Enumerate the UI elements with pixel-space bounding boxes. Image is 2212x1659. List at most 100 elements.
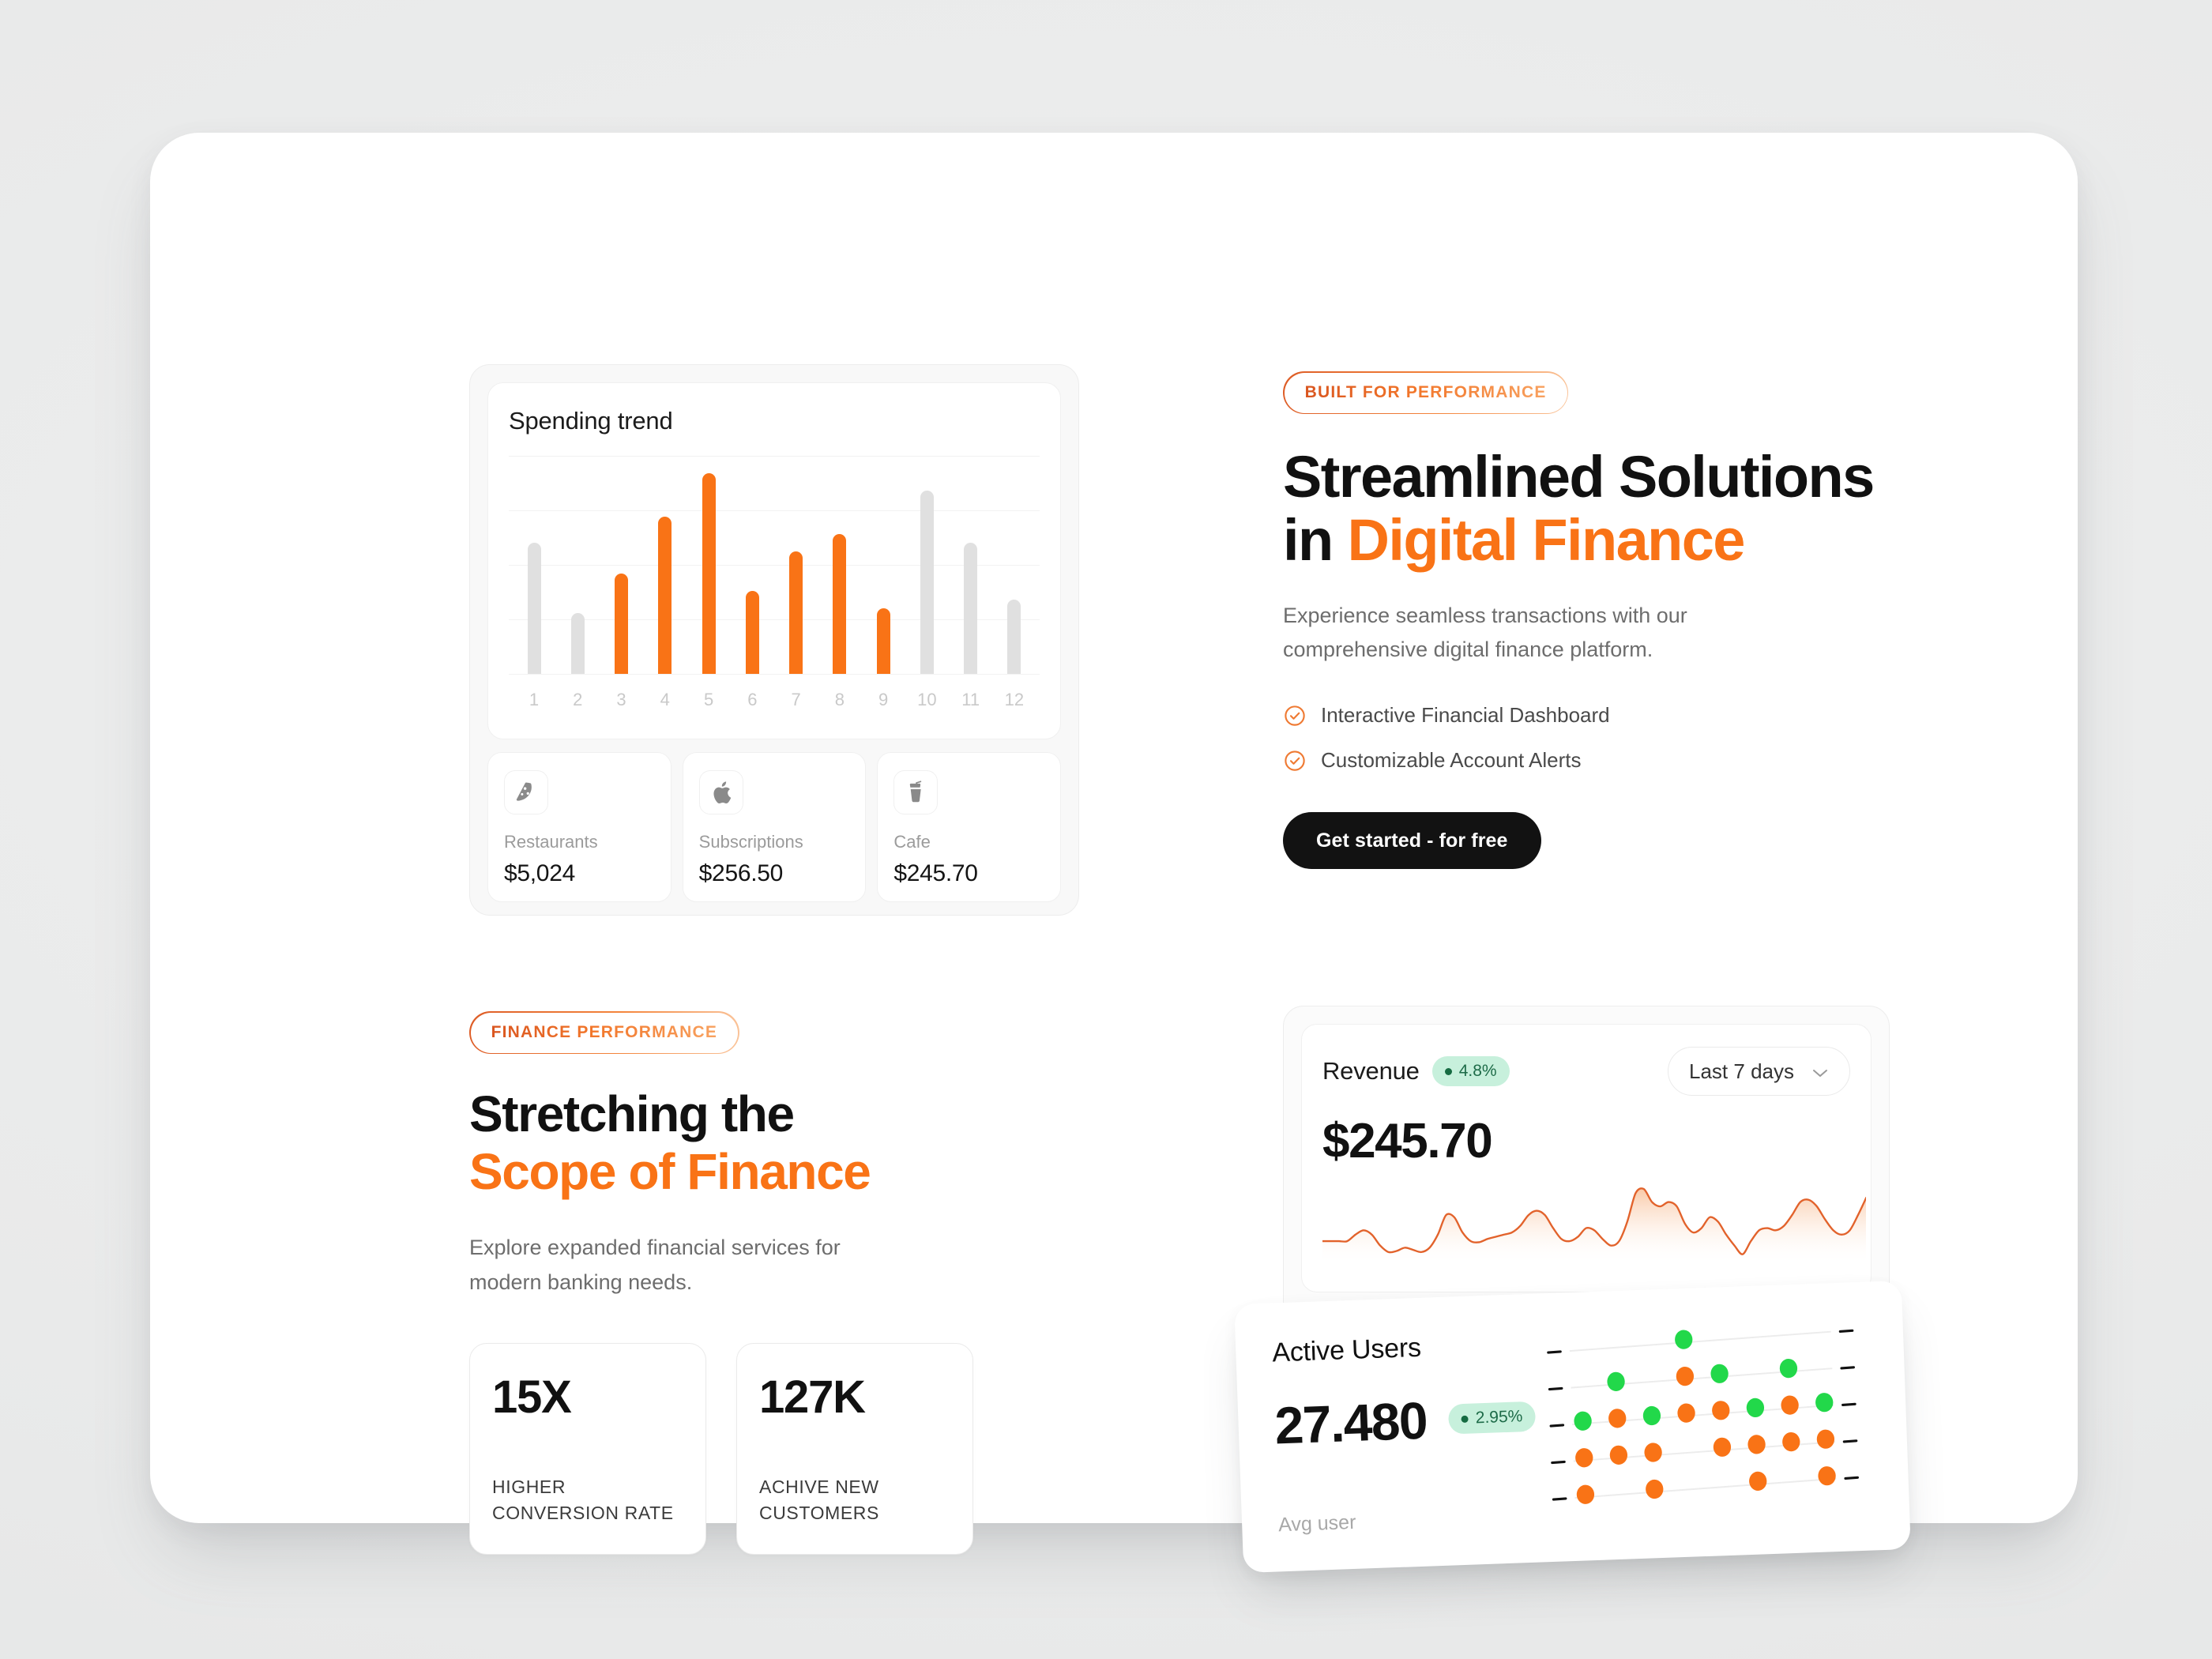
data-point-green xyxy=(1746,1398,1765,1418)
feature-label: Customizable Account Alerts xyxy=(1321,748,1582,773)
lower-title-line2-accent: Scope of Finance xyxy=(469,1143,871,1201)
active-users-value: 27.480 xyxy=(1273,1390,1428,1455)
bar-column xyxy=(994,456,1035,674)
active-users-card: Active Users 27.480 2.95% Avg user xyxy=(1234,1280,1911,1574)
chevron-down-icon xyxy=(1811,1059,1829,1084)
bar-group xyxy=(509,456,1040,674)
x-axis-tick-label: 7 xyxy=(791,690,801,709)
data-point-orange xyxy=(1677,1403,1695,1423)
revenue-change-value: 4.8% xyxy=(1458,1062,1497,1080)
category-card-cafe[interactable]: Cafe $245.70 xyxy=(877,752,1062,902)
active-users-title: Active Users xyxy=(1271,1332,1422,1368)
finance-performance-badge: FINANCE PERFORMANCE xyxy=(469,1011,739,1055)
axis-tick xyxy=(1548,1386,1563,1391)
category-amount: $256.50 xyxy=(698,860,784,886)
bar-column xyxy=(601,456,642,674)
x-axis-tick-label: 8 xyxy=(834,690,845,709)
stat-card-customers: 127K ACHIVE NEW CUSTOMERS xyxy=(736,1342,973,1555)
active-users-dot-chart xyxy=(1547,1329,1859,1504)
bar-column xyxy=(776,456,817,674)
bar-column xyxy=(863,456,904,674)
revenue-title: Revenue xyxy=(1322,1057,1420,1085)
x-axis-tick-label: 1 xyxy=(529,690,540,709)
data-point-orange xyxy=(1747,1435,1766,1454)
chart-baseline xyxy=(1569,1330,1831,1352)
x-axis-tick-label: 3 xyxy=(616,690,626,709)
data-point-green xyxy=(1642,1405,1661,1426)
active-users-footnote: Avg user xyxy=(1277,1510,1356,1537)
spending-trend-title: Spending trend xyxy=(509,407,673,434)
revenue-card-header: Revenue 4.8% Last 7 days xyxy=(1322,1047,1850,1096)
data-point-green xyxy=(1574,1411,1592,1431)
bar xyxy=(615,574,629,674)
bar xyxy=(570,612,585,674)
revenue-card: Revenue 4.8% Last 7 days $245.70 xyxy=(1301,1024,1872,1292)
section-title: Stretching the Scope of Finance xyxy=(469,1085,1149,1201)
bar xyxy=(745,591,759,674)
page-background: Spending trend 1 2 3 4 5 6 7 8 9 10 11 12 xyxy=(0,0,2212,1659)
gridline xyxy=(509,674,1040,675)
spending-category-row: Restaurants $5,024 Subscriptions $256.50 xyxy=(487,752,1062,902)
category-amount: $5,024 xyxy=(504,860,575,886)
x-axis-tick-label: 2 xyxy=(573,690,583,709)
axis-tick xyxy=(1841,1402,1856,1406)
category-card-subscriptions[interactable]: Subscriptions $256.50 xyxy=(682,752,867,902)
check-circle-icon xyxy=(1283,704,1307,728)
data-point-green xyxy=(1675,1330,1693,1349)
active-users-change-badge: 2.95% xyxy=(1448,1401,1537,1435)
check-circle-icon xyxy=(1283,749,1307,773)
data-point-orange xyxy=(1609,1445,1628,1465)
hero-badge-label: BUILT FOR PERFORMANCE xyxy=(1304,383,1547,402)
spending-trend-card: Spending trend 1 2 3 4 5 6 7 8 9 10 11 12 xyxy=(487,382,1061,739)
data-point-orange xyxy=(1816,1429,1835,1449)
x-axis-tick-label: 5 xyxy=(703,690,714,709)
axis-tick xyxy=(1549,1424,1565,1428)
data-point-green xyxy=(1815,1393,1834,1413)
main-panel: Spending trend 1 2 3 4 5 6 7 8 9 10 11 12 xyxy=(150,133,2078,1574)
stat-label: HIGHER CONVERSION RATE xyxy=(492,1476,674,1524)
feature-list: Interactive Financial Dashboard Customiz… xyxy=(1283,703,2010,773)
bar xyxy=(920,491,934,674)
hero-section: BUILT FOR PERFORMANCE Streamlined Soluti… xyxy=(1283,371,2010,870)
status-dot-icon xyxy=(1461,1415,1469,1423)
data-point-orange xyxy=(1782,1431,1800,1452)
bar-column xyxy=(950,456,991,674)
chart-baseline xyxy=(1574,1477,1837,1499)
category-name: Cafe xyxy=(893,832,931,852)
data-point-green xyxy=(1710,1364,1729,1383)
data-point-orange xyxy=(1608,1409,1627,1428)
revenue-change-badge: 4.8% xyxy=(1431,1056,1510,1086)
finance-performance-section: FINANCE PERFORMANCE Stretching the Scope… xyxy=(469,1011,1149,1555)
category-card-restaurants[interactable]: Restaurants $5,024 xyxy=(487,752,672,902)
x-axis-tick-label: 6 xyxy=(747,690,758,709)
x-axis-tick-label: 11 xyxy=(961,690,980,709)
bar-column xyxy=(514,456,555,674)
bar xyxy=(702,473,716,674)
hero-title-line2-accent: Digital Finance xyxy=(1347,507,1746,574)
finance-performance-badge-label: FINANCE PERFORMANCE xyxy=(491,1023,718,1042)
axis-tick xyxy=(1840,1366,1855,1370)
category-name: Subscriptions xyxy=(698,832,803,852)
category-name: Restaurants xyxy=(504,832,598,852)
data-point-orange xyxy=(1575,1448,1593,1468)
feature-item: Interactive Financial Dashboard xyxy=(1283,703,2010,728)
bar xyxy=(1007,600,1021,674)
axis-tick xyxy=(1844,1476,1859,1480)
data-point-orange xyxy=(1676,1367,1695,1386)
bar-column xyxy=(819,456,860,674)
page-title: Streamlined Solutions in Digital Finance xyxy=(1283,446,2010,572)
section-subtitle: Explore expanded financial services for … xyxy=(469,1236,841,1294)
get-started-button[interactable]: Get started - for free xyxy=(1283,812,1541,870)
bar xyxy=(789,551,803,674)
data-point-orange xyxy=(1818,1466,1836,1486)
status-dot-icon xyxy=(1444,1067,1452,1075)
pizza-icon xyxy=(504,770,548,814)
spending-bar-chart xyxy=(509,456,1040,675)
period-select[interactable]: Last 7 days xyxy=(1668,1047,1850,1096)
hero-title-line1: Streamlined Solutions xyxy=(1283,444,1875,510)
data-point-orange xyxy=(1781,1395,1799,1415)
x-axis-tick-label: 10 xyxy=(917,690,937,709)
data-point-orange xyxy=(1712,1401,1730,1420)
data-point-orange xyxy=(1646,1479,1664,1499)
data-point-orange xyxy=(1713,1437,1732,1457)
